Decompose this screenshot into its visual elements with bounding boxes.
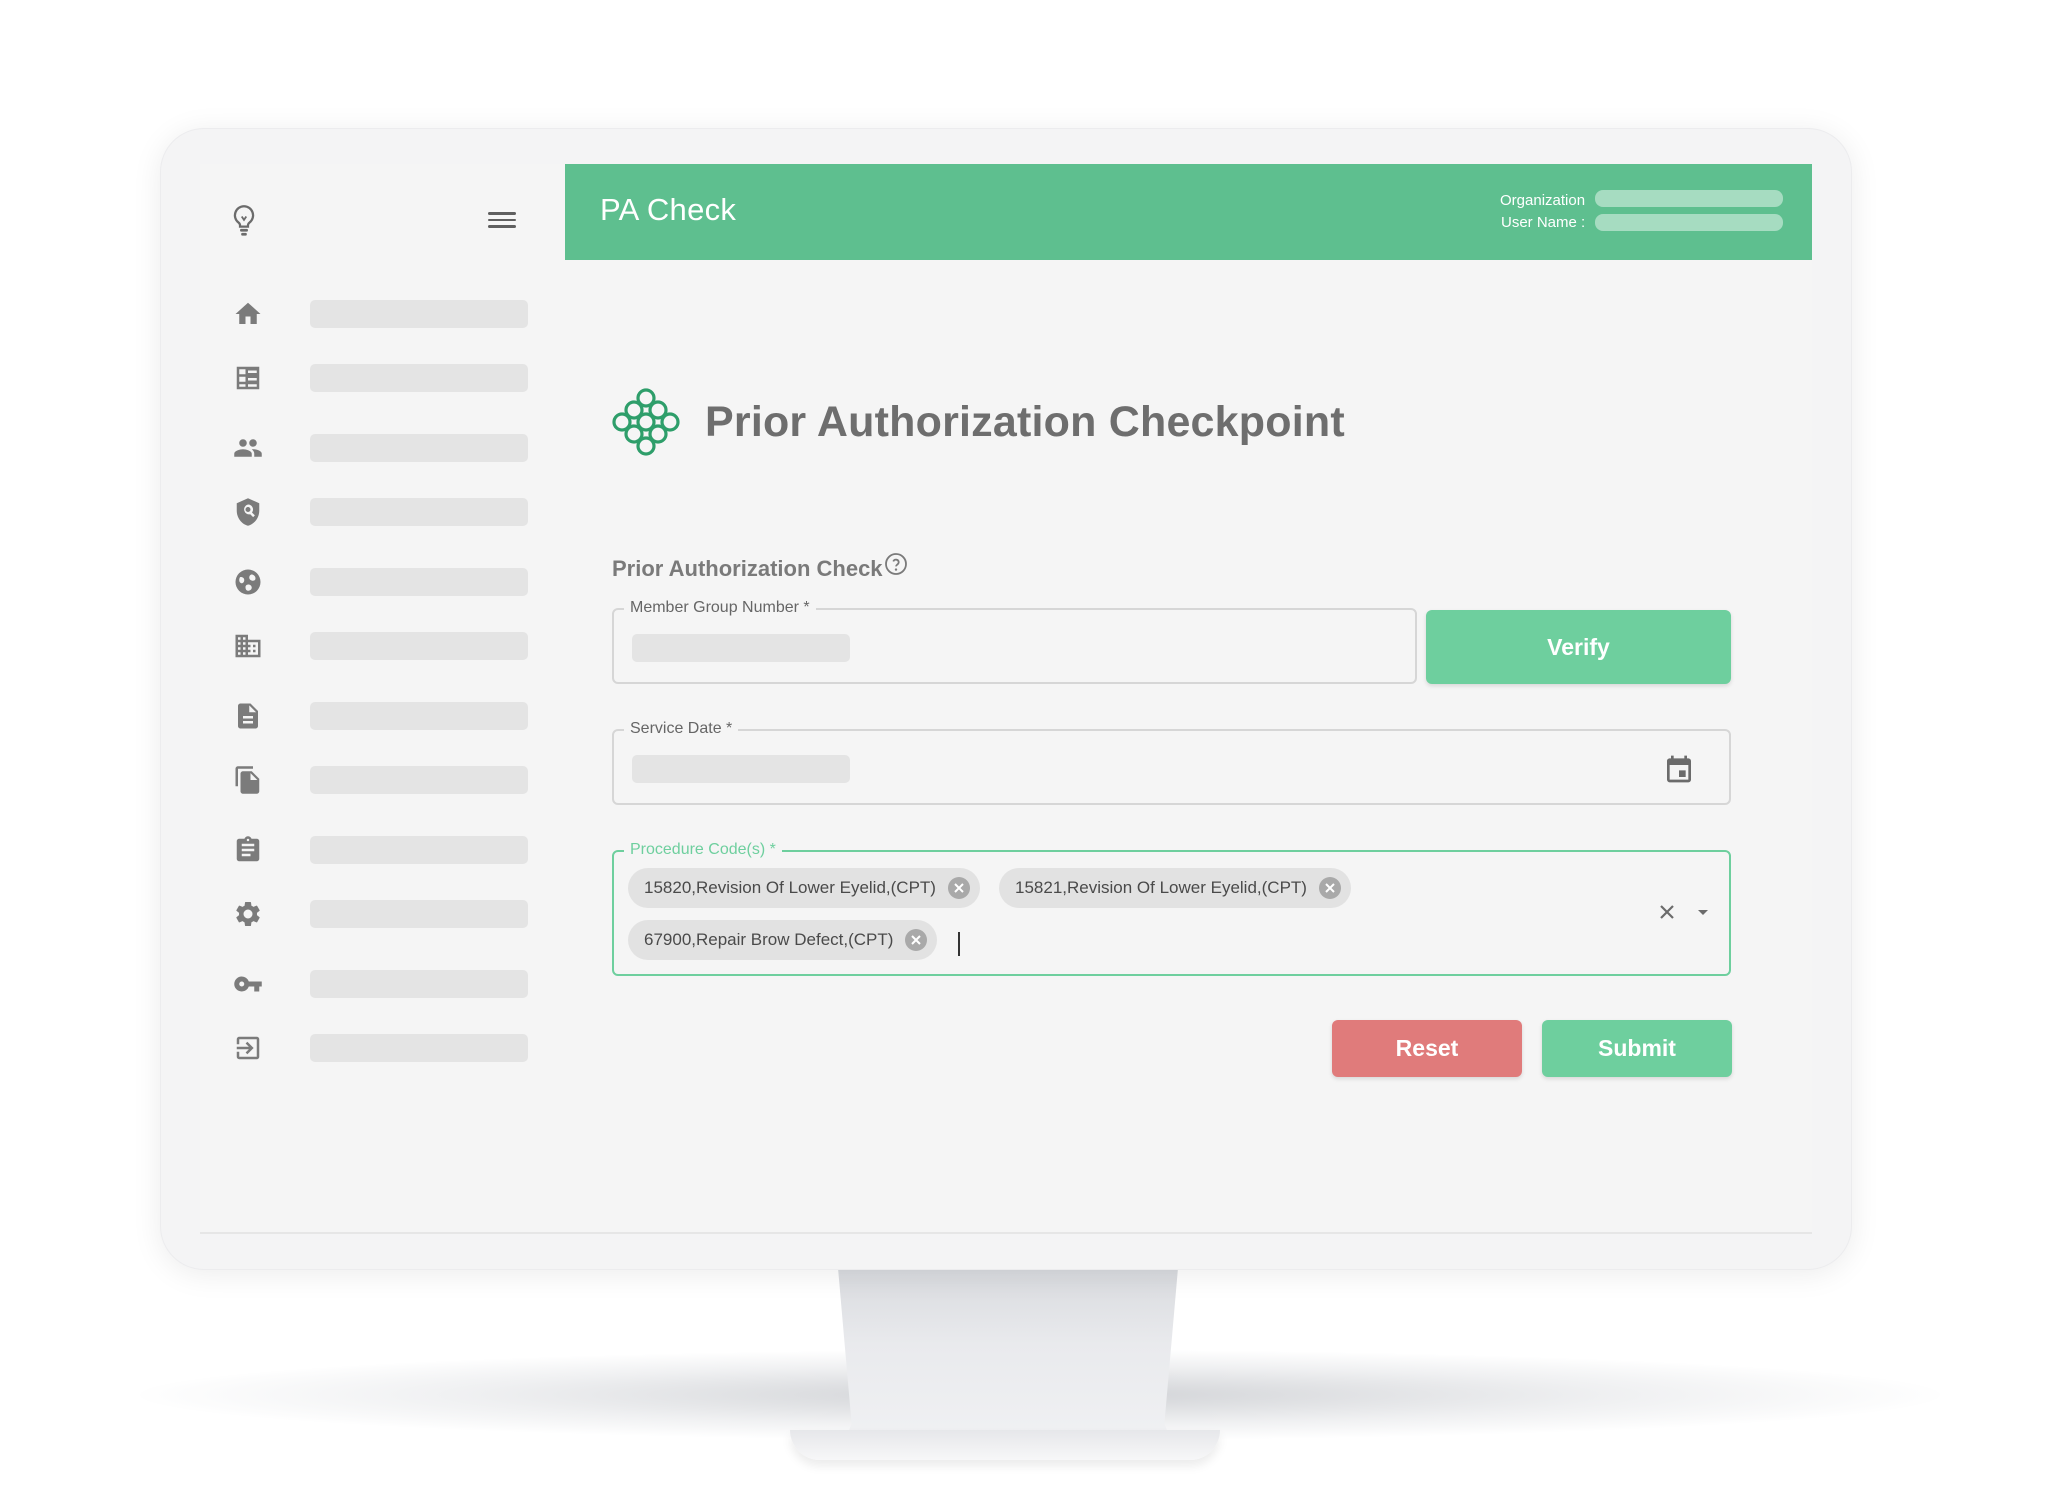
copy-files-icon [230, 762, 266, 798]
submit-button[interactable]: Submit [1542, 1020, 1732, 1077]
clear-icon[interactable] [1657, 902, 1677, 922]
procedure-chip: 15820,Revision Of Lower Eyelid,(CPT) [628, 868, 980, 908]
user-name-label: User Name : [1501, 214, 1586, 231]
monitor-mockup: PA Check Organization User Name : Prior … [0, 0, 2048, 1494]
app-screen: PA Check Organization User Name : Prior … [200, 164, 1812, 1234]
sidebar-item-assignments[interactable] [230, 828, 530, 872]
chip-remove-icon[interactable] [1318, 877, 1341, 899]
sidebar [200, 164, 565, 1232]
member-group-number-field[interactable]: Member Group Number * [612, 599, 1417, 684]
sidebar-item-files[interactable] [230, 758, 530, 802]
sidebar-item-keys[interactable] [230, 962, 530, 1006]
sidebar-item-label [310, 900, 528, 928]
procedure-chip: 15821,Revision Of Lower Eyelid,(CPT) [999, 868, 1351, 908]
reset-button[interactable]: Reset [1332, 1020, 1522, 1077]
dashboard-icon [230, 360, 266, 396]
chip-remove-icon[interactable] [947, 877, 970, 899]
sidebar-item-label [310, 632, 528, 660]
sidebar-item-label [310, 702, 528, 730]
organization-label: Organization [1500, 192, 1586, 209]
sidebar-item-label [310, 434, 528, 462]
chip-remove-icon[interactable] [905, 929, 928, 951]
procedure-codes-label: Procedure Code(s) * [624, 841, 782, 859]
clipboard-icon [230, 832, 266, 868]
key-icon [230, 966, 266, 1002]
globe-icon [230, 564, 266, 600]
monitor-stand-base [790, 1430, 1220, 1460]
user-name-value [1595, 214, 1783, 231]
gear-icon [230, 896, 266, 932]
sidebar-item-label [310, 300, 528, 328]
text-caret[interactable] [958, 932, 960, 956]
people-icon [230, 430, 266, 466]
help-icon[interactable] [884, 552, 908, 576]
chevron-down-icon[interactable] [1695, 906, 1711, 918]
member-group-number-value [632, 634, 850, 662]
calendar-icon[interactable] [1663, 753, 1695, 785]
sidebar-item-global[interactable] [230, 560, 530, 604]
sidebar-item-label [310, 1034, 528, 1062]
member-group-number-label: Member Group Number * [624, 599, 816, 617]
sidebar-item-documents[interactable] [230, 694, 530, 738]
sidebar-item-label [310, 498, 528, 526]
procedure-chip-label: 67900,Repair Brow Defect,(CPT) [644, 930, 894, 949]
app-title: PA Check [600, 192, 737, 227]
sidebar-item-home[interactable] [230, 292, 530, 336]
shield-icon [230, 494, 266, 530]
logout-icon [230, 1030, 266, 1066]
procedure-codes-field[interactable]: Procedure Code(s) * 15820,Revision Of Lo… [612, 841, 1731, 976]
sidebar-item-label [310, 766, 528, 794]
home-icon [230, 296, 266, 332]
app-header: PA Check Organization User Name : [565, 164, 1812, 260]
service-date-label: Service Date * [624, 720, 739, 738]
document-icon [230, 698, 266, 734]
sidebar-item-logout[interactable] [230, 1026, 530, 1070]
brand-logo-icon [612, 388, 680, 456]
hamburger-menu-icon[interactable] [488, 208, 516, 234]
procedure-chip-label: 15820,Revision Of Lower Eyelid,(CPT) [644, 878, 936, 897]
organization-value [1595, 190, 1783, 207]
sidebar-item-label [310, 836, 528, 864]
sidebar-item-label [310, 970, 528, 998]
section-title: Prior Authorization Check [612, 556, 883, 581]
sidebar-item-people[interactable] [230, 426, 530, 470]
sidebar-item-dashboard[interactable] [230, 356, 530, 400]
service-date-value [632, 755, 850, 783]
verify-button[interactable]: Verify [1426, 610, 1731, 684]
sidebar-item-label [310, 568, 528, 596]
sidebar-item-organizations[interactable] [230, 624, 530, 668]
sidebar-item-settings[interactable] [230, 892, 530, 936]
procedure-chip: 67900,Repair Brow Defect,(CPT) [628, 920, 938, 960]
service-date-field[interactable]: Service Date * [612, 720, 1731, 805]
page-title: Prior Authorization Checkpoint [705, 398, 1345, 446]
building-icon [230, 628, 266, 664]
procedure-chip-label: 15821,Revision Of Lower Eyelid,(CPT) [1015, 878, 1307, 897]
lightbulb-icon [233, 205, 255, 236]
sidebar-item-security[interactable] [230, 490, 530, 534]
sidebar-item-label [310, 364, 528, 392]
